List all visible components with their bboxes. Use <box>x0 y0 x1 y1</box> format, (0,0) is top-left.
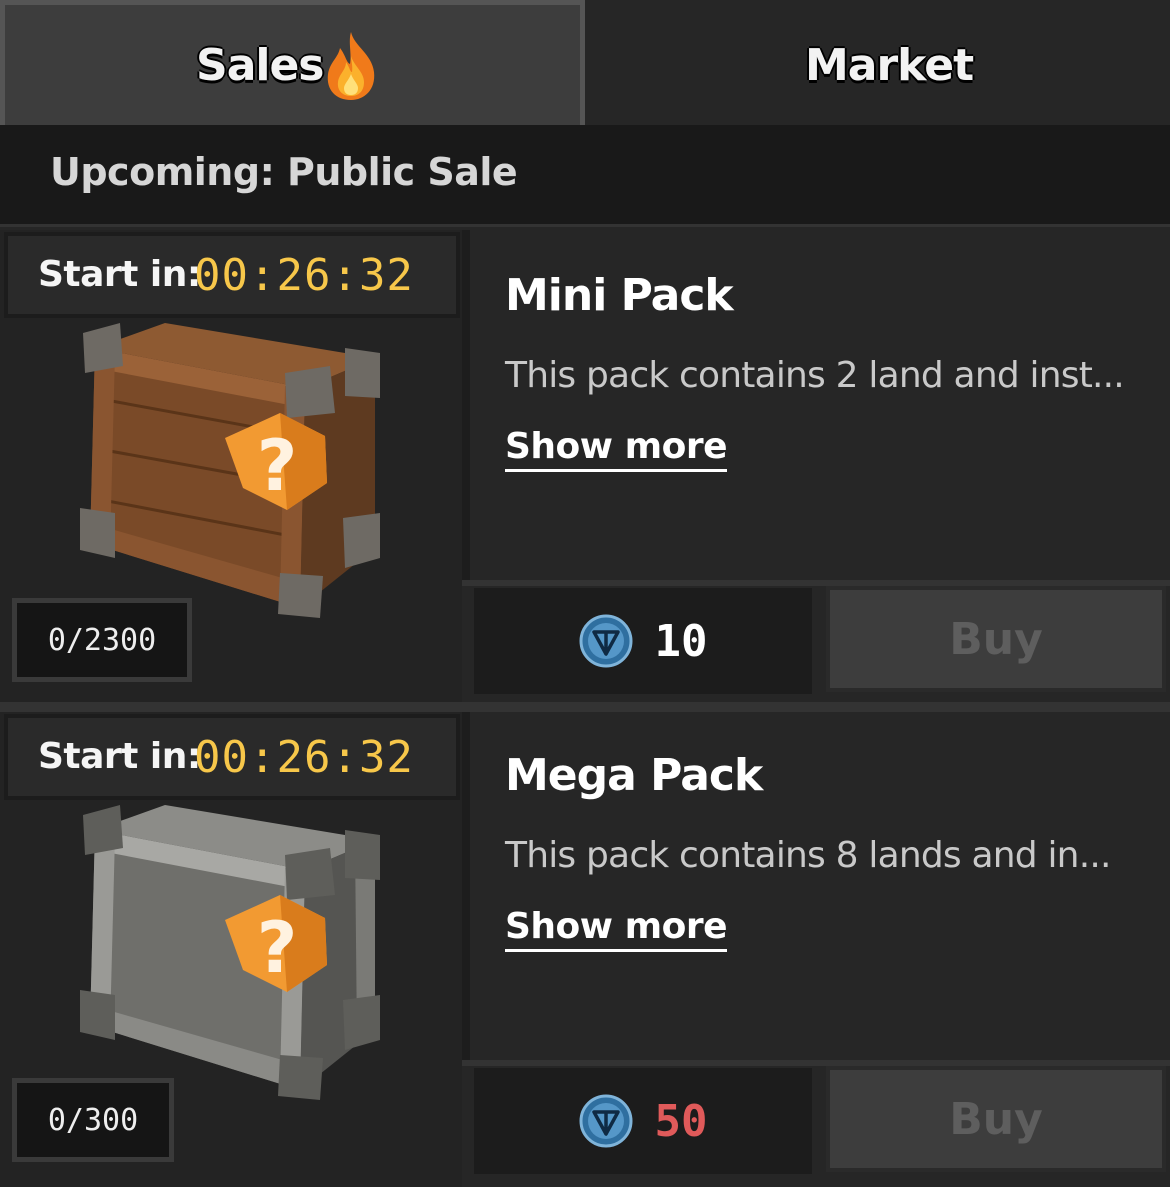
price-value: 10 <box>654 615 708 667</box>
tab-sales-label: Sales <box>196 40 324 91</box>
price-value: 50 <box>654 1095 708 1147</box>
show-more-link[interactable]: Show more <box>505 426 728 472</box>
wooden-crate-image: ? <box>80 323 380 618</box>
ton-coin-icon <box>579 1094 632 1148</box>
supply-count: 0/300 <box>12 1078 174 1162</box>
price-box: 10 <box>474 588 812 694</box>
show-more-link[interactable]: Show more <box>505 906 728 952</box>
card-separator <box>0 702 1170 712</box>
buy-button-label: Buy <box>949 1093 1043 1145</box>
svg-text:?: ? <box>257 907 298 989</box>
start-in-label: Start in: <box>38 254 201 295</box>
countdown-timer: 00:26:32 <box>194 732 414 783</box>
buy-button[interactable]: Buy <box>826 1066 1166 1172</box>
pack-description: This pack contains 8 lands and in... <box>505 835 1111 876</box>
buy-button-label: Buy <box>949 613 1043 665</box>
tab-market-label: Market <box>805 40 974 91</box>
upcoming-banner-text: Upcoming: Public Sale <box>50 150 518 194</box>
svg-text:?: ? <box>257 425 298 507</box>
ton-coin-icon <box>579 614 632 668</box>
countdown-timer: 00:26:32 <box>194 250 414 301</box>
supply-count: 0/2300 <box>12 598 192 682</box>
pack-title: Mega Pack <box>505 750 763 801</box>
buy-button[interactable]: Buy <box>826 586 1166 692</box>
fire-icon <box>327 32 375 100</box>
pack-title: Mini Pack <box>505 270 734 321</box>
start-in-label: Start in: <box>38 736 201 777</box>
metal-crate-image: ? <box>80 805 380 1100</box>
price-box: 50 <box>474 1068 812 1174</box>
pack-description: This pack contains 2 land and inst... <box>505 355 1125 396</box>
